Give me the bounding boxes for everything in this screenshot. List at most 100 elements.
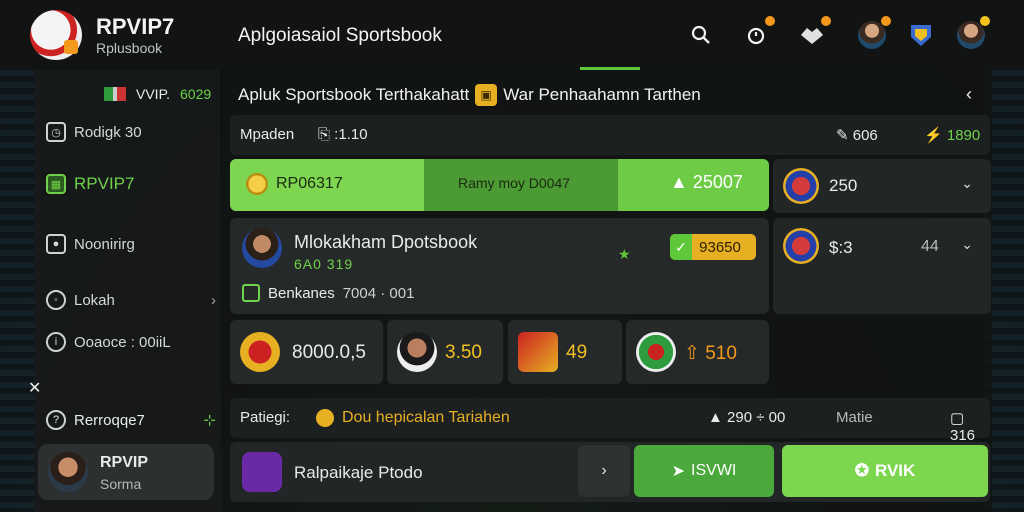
sidebar: VVIP. 6029 ◷ Rodigk 30 ▦ RPVIP7 ● Noonir…	[34, 70, 220, 512]
main-title-suffix: War Penhaahamn Tarthen	[503, 85, 701, 104]
profile-icon[interactable]	[857, 16, 891, 50]
sidebar-item-label: Noonirirg	[74, 235, 135, 253]
featured-bet-label: Ramy moy D0047	[458, 175, 571, 191]
stat-tile-0[interactable]: 8000.0,5	[230, 320, 383, 384]
sidebar-vip: VVIP.	[136, 86, 170, 102]
stat-tile-2[interactable]: 49	[508, 320, 622, 384]
footer-card: Ralpaikaje Ptodo › ➤ ISVWI ✪ RVIK	[230, 442, 990, 502]
location-icon: ◦	[46, 290, 66, 310]
player-avatar	[397, 332, 437, 372]
main-title: Apluk Sportsbook Terthakahatt	[238, 85, 470, 104]
main-panel: Apluk Sportsbook Terthakahatt ▣ War Penh…	[222, 70, 992, 512]
team-logo-icon	[636, 332, 676, 372]
match-card[interactable]: Mlokakham Dpotsbook 6A0 319 ★ 93650 ✓ Be…	[230, 218, 769, 314]
stat-tile-value: 8000.0,5	[292, 342, 366, 363]
sidebar-item-label: RPVIP7	[74, 174, 135, 193]
secondary-action-button[interactable]: ➤ ISVWI	[634, 445, 774, 497]
footer-title: Ralpaikaje Ptodo	[294, 463, 423, 482]
sidebar-footer-item[interactable]: ? Rerroqqe7 ⊹	[46, 410, 216, 430]
team-logo-icon	[783, 228, 819, 264]
stat-tile-value: ⇧ 510	[684, 343, 737, 364]
sidebar-item-label: Rodigk 30	[74, 123, 142, 141]
sidebar-balance-value: 6029	[180, 86, 212, 102]
filter-value[interactable]: ⎘ :1.10	[318, 126, 368, 143]
user-avatar-badge	[980, 16, 990, 26]
stat-tile-1[interactable]: 3.50	[387, 320, 503, 384]
right-card-0[interactable]: 250 ⌄	[773, 159, 991, 213]
sidebar-item-0[interactable]: ◷ Rodigk 30	[46, 122, 216, 142]
chevron-down-icon[interactable]: ⌄	[961, 175, 973, 192]
sidebar-item-1[interactable]: ▦ RPVIP7	[46, 174, 216, 194]
match-bonus: Benkanes 7004 · 001	[242, 284, 414, 302]
search-icon[interactable]	[686, 20, 716, 50]
chevron-down-icon[interactable]: ⌄	[961, 236, 973, 253]
avatar	[48, 452, 88, 492]
close-icon[interactable]: ✕	[28, 378, 41, 398]
check-icon: ✓	[670, 234, 692, 260]
page-title: Aplgoiasaiol Sportsbook	[238, 25, 442, 46]
right-card-1[interactable]: $:3 44 ⌄	[773, 218, 991, 314]
stat-tile-value: 49	[566, 342, 588, 363]
player-avatar	[242, 228, 282, 268]
notice-label: Patiegi:	[240, 409, 291, 426]
filter-stat-2: ⚡ 1890	[924, 127, 981, 144]
team-logo-icon	[240, 332, 280, 372]
primary-action-button[interactable]: ✪ RVIK	[782, 445, 988, 497]
brand-logo[interactable]	[30, 10, 82, 60]
coin-icon	[246, 173, 268, 195]
user-avatar[interactable]	[956, 16, 990, 50]
team-badge-icon[interactable]	[906, 20, 936, 50]
stat-tile-value: 3.50	[445, 342, 482, 363]
featured-bet-id: RP06317	[246, 173, 343, 195]
right-card-value-2: 44	[921, 238, 939, 255]
profile-badge	[881, 16, 891, 26]
info-icon: i	[46, 332, 66, 352]
notification-badge	[765, 16, 775, 26]
notice-value-2: Matie	[836, 409, 873, 426]
sidebar-item-3[interactable]: ◦ Lokah ›	[46, 290, 216, 310]
expand-icon: ⊹	[203, 412, 216, 429]
filter-bar: Mpaden ⎘ :1.10 ✎ 606 ⚡ 1890	[230, 115, 990, 155]
right-card-value: 250	[829, 176, 858, 195]
live-icon: ●	[46, 234, 66, 254]
brand-name: RPVIP7	[96, 14, 175, 39]
match-name: Mlokakham Dpotsbook	[294, 232, 478, 252]
sidebar-item-label: Lokah	[74, 291, 115, 309]
brand-subtitle: Rplusbook	[96, 40, 163, 56]
filter-stat-1: ✎ 606	[836, 127, 878, 144]
sidebar-footer-label: Rerroqqe7	[74, 411, 145, 429]
sidebar-item-label: Ooaoce : 00iiL	[74, 333, 171, 351]
user-subtitle: Sorma	[100, 476, 142, 492]
flag-icon	[104, 87, 126, 101]
back-icon[interactable]: ‹	[966, 84, 972, 105]
rewards-icon[interactable]	[797, 16, 831, 50]
team-crest-icon	[518, 332, 558, 372]
sidebar-user-card[interactable]: RPVIP Sorma	[38, 444, 214, 500]
next-button[interactable]: ›	[578, 445, 630, 497]
grid-icon: ▦	[46, 174, 66, 194]
notification-icon[interactable]	[741, 16, 775, 50]
filter-label: Mpaden	[240, 126, 295, 143]
bonus-icon	[242, 284, 260, 302]
alert-icon	[316, 409, 334, 427]
match-score: 6A0 319	[294, 256, 354, 272]
notice-value-3: ▢ 316	[950, 410, 976, 444]
notice-value-1: ▲ 290 ÷ 00	[708, 409, 786, 426]
shield-icon	[242, 452, 282, 492]
featured-bet-value: ▲ 25007	[670, 172, 743, 192]
sidebar-item-4[interactable]: i Ooaoce : 00iiL	[46, 332, 216, 352]
stat-tile-3[interactable]: ⇧ 510	[626, 320, 769, 384]
sidebar-item-2[interactable]: ● Noonirirg	[46, 234, 216, 254]
top-header: RPVIP7 Rplusbook Aplgoiasaiol Sportsbook	[0, 0, 1024, 70]
star-icon: ★	[618, 246, 631, 262]
user-name: RPVIP	[100, 454, 149, 471]
rewards-badge	[821, 16, 831, 26]
notice-message: Dou hepicalan Tariahen	[342, 409, 510, 426]
trophy-icon: ▣	[475, 84, 498, 106]
team-logo-icon	[783, 168, 819, 204]
right-card-value: $:3	[829, 238, 853, 257]
notice-bar: Patiegi: Dou hepicalan Tariahen ▲ 290 ÷ …	[230, 398, 990, 444]
featured-bet-banner[interactable]: RP06317 Ramy moy D0047 ▲ 25007	[230, 159, 769, 211]
main-title-row: Apluk Sportsbook Terthakahatt ▣ War Penh…	[238, 84, 701, 106]
sidebar-balance: VVIP. 6029	[104, 86, 211, 102]
